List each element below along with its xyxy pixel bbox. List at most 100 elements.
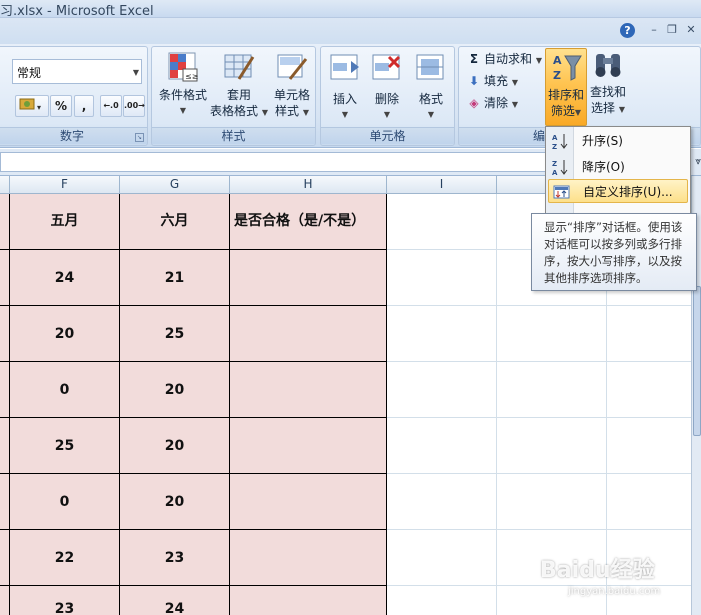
- increase-decimal-button[interactable]: ←.0: [100, 95, 122, 117]
- comma-button[interactable]: ,: [74, 95, 94, 117]
- currency-icon: ▾: [19, 98, 41, 112]
- table-cell[interactable]: 23: [120, 530, 230, 586]
- styles-group: ≤≥ 条件格式 ▼ 套用 表格格式 ▼ 单元格 样式 ▼ 样式: [151, 46, 316, 146]
- sigma-icon: Σ: [469, 52, 479, 66]
- help-icon[interactable]: ?: [620, 23, 635, 38]
- column-header-h[interactable]: H: [230, 176, 387, 194]
- minimize-icon[interactable]: –: [646, 22, 662, 38]
- table-cell[interactable]: [230, 530, 387, 586]
- percent-button[interactable]: %: [50, 95, 72, 117]
- table-cell[interactable]: [230, 586, 387, 615]
- column-header-i[interactable]: I: [387, 176, 497, 194]
- header-cell-may[interactable]: 五月: [10, 194, 120, 250]
- watermark-logo: Baidu经验: [540, 558, 655, 583]
- table-cell[interactable]: 25: [10, 418, 120, 474]
- table-cell[interactable]: 25: [120, 306, 230, 362]
- cell[interactable]: [0, 194, 10, 250]
- cells-group: 插入 ▼ 删除 ▼ 格式 ▼ 单元格: [320, 46, 455, 146]
- autosum-button[interactable]: Σ 自动求和 ▼: [466, 50, 542, 68]
- window-title: 习.xlsx - Microsoft Excel: [0, 4, 154, 19]
- find-select-label-1: 查找和: [589, 85, 626, 99]
- format-button[interactable]: 格式 ▼: [410, 51, 452, 123]
- fill-button[interactable]: ⬇ 填充 ▼: [466, 72, 518, 90]
- table-cell[interactable]: [0, 306, 10, 362]
- header-cell-june[interactable]: 六月: [120, 194, 230, 250]
- table-cell[interactable]: 20: [120, 418, 230, 474]
- clear-button[interactable]: ◈ 清除 ▼: [466, 94, 518, 112]
- format-as-table-button[interactable]: 套用 表格格式 ▼: [208, 51, 270, 121]
- conditional-format-label: 条件格式: [158, 88, 207, 102]
- table-cell[interactable]: 24: [120, 586, 230, 615]
- expand-formula-bar-icon[interactable]: ⩔: [695, 156, 701, 167]
- delete-label: 删除: [374, 92, 399, 106]
- table-cell[interactable]: 21: [120, 250, 230, 306]
- gridline: [386, 305, 691, 306]
- eraser-icon: ◈: [469, 96, 479, 110]
- table-cell[interactable]: [0, 250, 10, 306]
- table-cell[interactable]: [230, 250, 387, 306]
- table-cell[interactable]: [0, 474, 10, 530]
- menu-item-sort-descending[interactable]: ZA 降序(O): [548, 155, 688, 179]
- svg-text:▾: ▾: [37, 103, 41, 112]
- cell-styles-button[interactable]: 单元格 样式 ▼: [269, 51, 315, 121]
- table-cell[interactable]: [230, 418, 387, 474]
- custom-sort-tooltip: 显示“排序”对话框。使用该对话框可以按多列或多行排序，按大小写排序，以及按其他排…: [531, 213, 697, 291]
- dialog-launcher-icon[interactable]: ↘: [135, 133, 144, 142]
- format-label: 格式: [418, 92, 443, 106]
- insert-button[interactable]: 插入 ▼: [325, 51, 365, 123]
- table-cell[interactable]: [0, 530, 10, 586]
- column-header-f[interactable]: F: [10, 176, 120, 194]
- table-cell[interactable]: 0: [10, 362, 120, 418]
- menu-item-sort-ascending[interactable]: AZ 升序(S): [548, 129, 688, 153]
- title-bar: 习.xlsx - Microsoft Excel: [0, 0, 701, 19]
- number-format-select[interactable]: 常规 ▼: [12, 59, 142, 84]
- table-cell[interactable]: [0, 586, 10, 615]
- header-cell-pass[interactable]: 是否合格（是/不是）: [230, 194, 387, 250]
- chevron-down-icon: ▼: [383, 110, 391, 119]
- conditional-formatting-button[interactable]: ≤≥ 条件格式 ▼: [156, 51, 210, 119]
- table-cell[interactable]: 22: [10, 530, 120, 586]
- svg-text:A: A: [553, 54, 562, 67]
- table-cell[interactable]: [230, 362, 387, 418]
- fill-down-icon: ⬇: [468, 74, 480, 88]
- chevron-down-icon: ▼: [427, 110, 435, 119]
- column-header-partial[interactable]: [0, 176, 10, 194]
- table-cell[interactable]: 20: [10, 306, 120, 362]
- sort-filter-button[interactable]: AZ 排序和 筛选▼: [545, 48, 587, 126]
- svg-text:≤≥: ≤≥: [185, 72, 198, 81]
- table-cell[interactable]: [0, 362, 10, 418]
- column-header-g[interactable]: G: [120, 176, 230, 194]
- cell-styles-label-2: 样式 ▼: [275, 104, 309, 118]
- table-cell[interactable]: 20: [120, 362, 230, 418]
- conditional-format-icon: ≤≥: [167, 51, 199, 83]
- gridline: [386, 473, 691, 474]
- svg-text:Z: Z: [552, 143, 557, 150]
- table-cell[interactable]: 24: [10, 250, 120, 306]
- close-icon[interactable]: ✕: [683, 22, 699, 38]
- table-cell[interactable]: 23: [10, 586, 120, 615]
- table-cell[interactable]: [230, 306, 387, 362]
- table-cell[interactable]: [230, 474, 387, 530]
- scrollbar-thumb[interactable]: [693, 286, 701, 436]
- menu-item-label: 升序(S): [582, 134, 623, 148]
- sort-filter-menu: AZ 升序(S) ZA 降序(O) 自定义排序(U)...: [545, 126, 691, 222]
- table-cell[interactable]: 20: [120, 474, 230, 530]
- menu-item-custom-sort[interactable]: 自定义排序(U)...: [548, 179, 688, 203]
- watermark-url: jingyan.baidu.com: [568, 586, 661, 597]
- gridline: [386, 361, 691, 362]
- delete-button[interactable]: 删除 ▼: [367, 51, 407, 123]
- table-cell[interactable]: [0, 418, 10, 474]
- find-select-label-2: 选择 ▼: [591, 101, 625, 115]
- insert-cells-icon: [329, 51, 361, 83]
- chevron-down-icon: ▼: [179, 106, 187, 115]
- svg-text:A: A: [552, 169, 558, 176]
- accounting-format-button[interactable]: ▾: [15, 95, 49, 117]
- decrease-decimal-button[interactable]: .00→: [123, 95, 145, 117]
- chevron-down-icon: ▼: [341, 110, 349, 119]
- sort-ascending-icon: AZ: [552, 132, 570, 151]
- gridline: [496, 194, 497, 615]
- restore-icon[interactable]: ❐: [664, 22, 680, 38]
- table-cell[interactable]: 0: [10, 474, 120, 530]
- svg-text:A: A: [552, 134, 558, 142]
- find-select-button[interactable]: 查找和 选择 ▼: [588, 48, 628, 118]
